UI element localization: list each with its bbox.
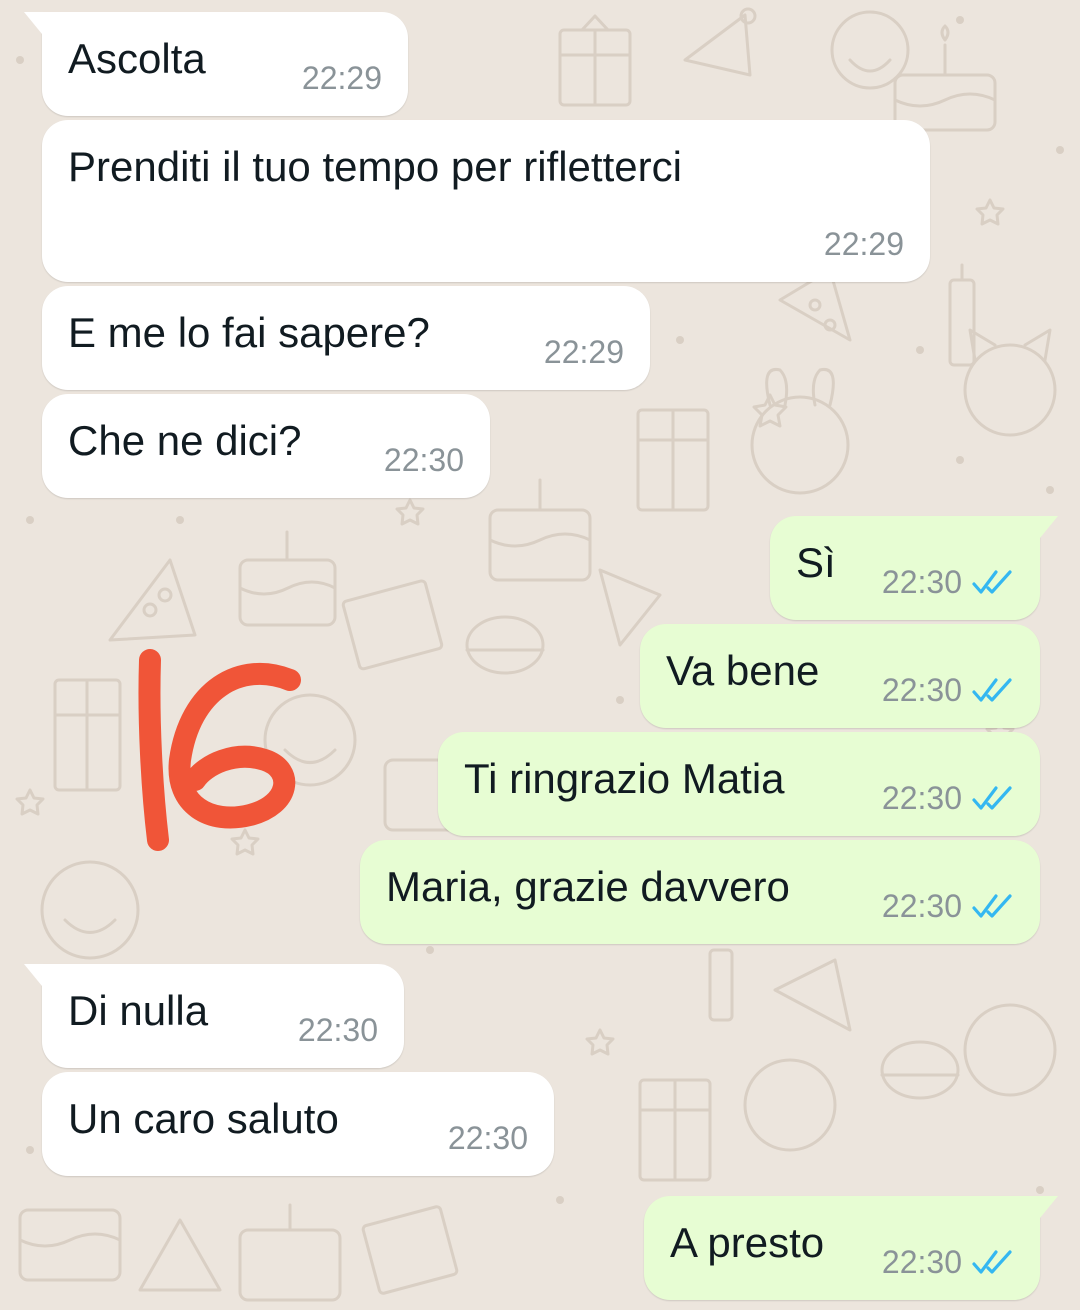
message-timestamp: 22:30 — [383, 442, 464, 478]
handwritten-16-annotation — [138, 649, 301, 851]
incoming-message-bubble[interactable]: Di nulla 22:30 — [24, 964, 404, 1068]
message-text: Un caro saluto — [68, 1095, 339, 1142]
message-meta: 22:30 — [882, 1244, 1016, 1280]
message-text: Maria, grazie davvero — [386, 863, 790, 910]
incoming-message-bubble[interactable]: E me lo fai sapere? 22:29 — [42, 286, 650, 390]
message-text: Ti ringrazio Matia — [464, 755, 785, 802]
incoming-message-bubble[interactable]: Un caro saluto 22:30 — [42, 1072, 554, 1176]
message-text: Che ne dici? — [68, 417, 302, 464]
message-text: Ascolta — [68, 35, 206, 82]
message-timestamp: 22:30 — [881, 564, 962, 600]
message-timestamp: 22:30 — [297, 1012, 378, 1048]
double-check-icon — [972, 1250, 1012, 1274]
outgoing-message-bubble[interactable]: Sì 22:30 — [770, 516, 1058, 620]
message-timestamp: 22:30 — [881, 780, 962, 816]
message-timestamp: 22:30 — [447, 1120, 528, 1156]
message-text: Di nulla — [68, 987, 209, 1034]
incoming-message-bubble[interactable]: Che ne dici? 22:30 — [42, 394, 490, 498]
double-check-icon — [972, 786, 1012, 810]
message-timestamp: 22:29 — [543, 334, 624, 370]
message-meta: 22:30 — [882, 780, 1016, 816]
outgoing-message-bubble[interactable]: Maria, grazie davvero 22:30 — [360, 840, 1040, 944]
outgoing-message-bubble[interactable]: Ti ringrazio Matia 22:30 — [438, 732, 1040, 836]
double-check-icon — [972, 570, 1012, 594]
message-timestamp: 22:29 — [823, 226, 904, 262]
message-timestamp: 22:30 — [881, 672, 962, 708]
message-timestamp: 22:30 — [881, 1244, 962, 1280]
message-timestamp: 22:29 — [301, 60, 382, 96]
message-text: Prenditi il tuo tempo per rifletterci — [68, 143, 682, 190]
double-check-icon — [972, 894, 1012, 918]
message-timestamp: 22:30 — [881, 888, 962, 924]
message-text: A presto — [670, 1219, 825, 1266]
message-text: Va bene — [666, 647, 820, 694]
message-text: Sì — [796, 539, 836, 586]
message-meta: 22:30 — [882, 888, 1016, 924]
message-meta: 22:30 — [882, 672, 1016, 708]
incoming-message-bubble[interactable]: Prenditi il tuo tempo per rifletterci 22… — [42, 120, 930, 282]
double-check-icon — [972, 678, 1012, 702]
outgoing-message-bubble[interactable]: A presto 22:30 — [644, 1196, 1058, 1300]
message-text: E me lo fai sapere? — [68, 309, 430, 356]
message-meta: 22:30 — [882, 564, 1016, 600]
outgoing-message-bubble[interactable]: Va bene 22:30 — [640, 624, 1040, 728]
incoming-message-bubble[interactable]: Ascolta 22:29 — [24, 12, 408, 116]
